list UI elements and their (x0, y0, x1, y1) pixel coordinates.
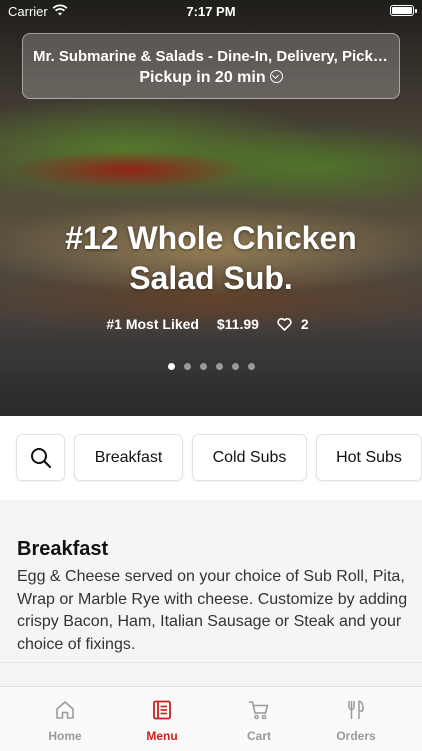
category-cold-subs[interactable]: Cold Subs (192, 434, 307, 481)
carousel-dot[interactable] (247, 363, 255, 370)
search-icon (31, 448, 52, 469)
tab-cart-label: Cart (246, 729, 271, 743)
carousel-dot[interactable] (231, 363, 239, 370)
pickup-time[interactable]: Pickup in 20 min (23, 69, 399, 87)
location-selector[interactable]: Mr. Submarine & Salads - Dine-In, Delive… (22, 33, 400, 99)
featured-price: $11.99 (216, 316, 259, 332)
tab-menu-label: Menu (146, 729, 178, 743)
likes-count: 2 (300, 316, 309, 332)
battery-icon (390, 5, 417, 16)
featured-item-title[interactable]: #12 Whole Chicken Salad Sub. (20, 218, 402, 298)
section-description: Egg & Cheese served on your choice of Su… (17, 568, 408, 653)
tab-cart[interactable]: Cart (211, 687, 307, 751)
tab-bar: Home Menu Cart Orders (0, 686, 422, 751)
carousel-dot[interactable] (167, 363, 175, 370)
chevron-down-icon (269, 70, 283, 83)
cart-icon (248, 701, 269, 720)
tab-home[interactable]: Home (17, 687, 113, 751)
carousel-indicator[interactable] (0, 357, 422, 375)
tab-orders[interactable]: Orders (308, 687, 404, 751)
heart-icon (277, 318, 292, 331)
divider (0, 662, 422, 663)
status-time: 7:17 PM (186, 4, 236, 19)
section-title: Breakfast (17, 538, 109, 560)
tab-home-label: Home (48, 729, 82, 743)
featured-item-meta: #1 Most Liked $11.99 2 (0, 316, 422, 332)
menu-icon (153, 700, 171, 720)
pickup-label: Pickup in 20 min (139, 69, 266, 86)
location-name: Mr. Submarine & Salads - Dine-In, Delive… (33, 48, 389, 65)
search-button[interactable] (16, 434, 65, 481)
status-bar: Carrier 7:17 PM (0, 0, 422, 22)
category-breakfast[interactable]: Breakfast (74, 434, 183, 481)
category-hot-subs[interactable]: Hot Subs (316, 434, 422, 481)
home-icon (56, 701, 74, 719)
orders-icon (348, 700, 364, 719)
rank-badge: #1 Most Liked (106, 316, 199, 332)
likes[interactable]: 2 (277, 316, 316, 332)
carousel-dot[interactable] (183, 363, 191, 370)
category-bar: Breakfast Cold Subs Hot Subs (0, 416, 422, 500)
carousel-dot[interactable] (215, 363, 223, 370)
carousel-dot[interactable] (199, 363, 207, 370)
tab-orders-label: Orders (336, 729, 376, 743)
tab-menu[interactable]: Menu (114, 687, 210, 751)
